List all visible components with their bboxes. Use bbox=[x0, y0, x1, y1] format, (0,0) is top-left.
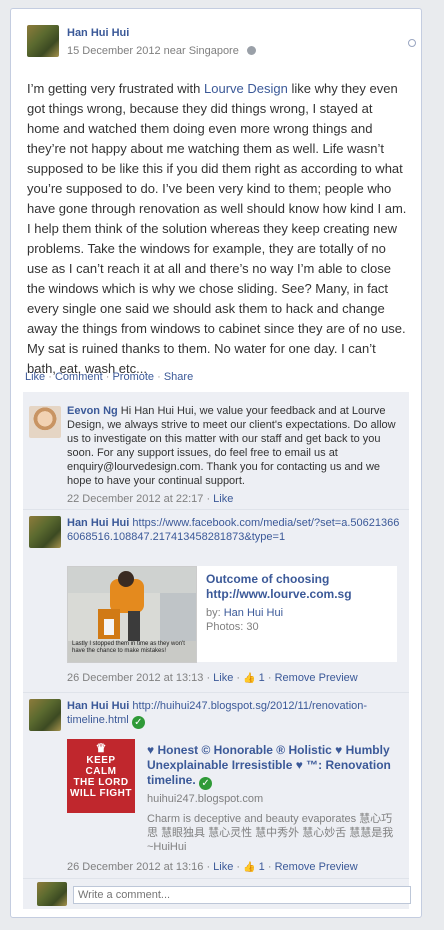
comment-footer: 22 December 2012 at 22:17 · Like bbox=[67, 492, 405, 506]
comment-like-link[interactable]: Like bbox=[213, 861, 233, 873]
comment-link[interactable]: Comment bbox=[55, 371, 103, 383]
preview-domain: huihui247.blogspot.com bbox=[147, 793, 264, 805]
like-link[interactable]: Like bbox=[25, 371, 45, 383]
comment-time[interactable]: 26 December 2012 at 13:13 bbox=[67, 672, 203, 684]
preview-description: Charm is deceptive and beauty evaporates… bbox=[147, 813, 394, 853]
footer-sep: · bbox=[267, 861, 272, 873]
thumbs-up-icon: 👍 bbox=[243, 862, 256, 873]
preview-by-author[interactable]: Han Hui Hui bbox=[224, 607, 283, 619]
post-actions: Like · Comment · Promote · Share bbox=[25, 371, 193, 383]
post-text-a: I’m getting very frustrated with bbox=[27, 81, 205, 96]
comment-body: Han Hui Hui https://www.facebook.com/med… bbox=[67, 516, 405, 544]
commenter-avatar[interactable] bbox=[29, 406, 61, 438]
footer-sep: · bbox=[206, 672, 211, 684]
poster-line: THE LORD bbox=[73, 777, 129, 788]
thumbs-up-icon: 👍 bbox=[243, 673, 256, 684]
comment-text: Hi Han Hui Hui, we value your feedback a… bbox=[67, 405, 396, 487]
post-text: I’m getting very frustrated with Lourve … bbox=[27, 79, 407, 379]
like-count[interactable]: 1 bbox=[259, 861, 265, 873]
footer-sep: · bbox=[206, 861, 211, 873]
post-header: Han Hui Hui 15 December 2012 near Singap… bbox=[67, 27, 256, 57]
poster-line: KEEP bbox=[86, 755, 116, 766]
preview-text: Outcome of choosing http://www.lourve.co… bbox=[206, 572, 396, 634]
keep-calm-poster[interactable]: ♛ KEEP CALM THE LORD WILL FIGHT bbox=[67, 739, 135, 813]
link-preview[interactable]: Lastly I stopped them in time as they wo… bbox=[67, 566, 397, 663]
poster-line: CALM bbox=[85, 766, 117, 777]
post-card: Han Hui Hui 15 December 2012 near Singap… bbox=[10, 8, 422, 918]
verified-check-icon: ✓ bbox=[131, 716, 145, 729]
comment-time[interactable]: 22 December 2012 at 22:17 bbox=[67, 493, 203, 505]
comment-author[interactable]: Eevon Ng bbox=[67, 405, 118, 417]
crown-icon: ♛ bbox=[95, 741, 107, 755]
commenter-avatar[interactable] bbox=[29, 699, 61, 731]
photo-caption: Lastly I stopped them in time as they wo… bbox=[72, 641, 185, 654]
comment-author[interactable]: Han Hui Hui bbox=[67, 517, 129, 529]
lourve-design-link[interactable]: Lourve Design bbox=[204, 81, 288, 96]
comment-like-link[interactable]: Like bbox=[213, 493, 233, 505]
comment-author[interactable]: Han Hui Hui bbox=[67, 700, 129, 712]
preview-title-text[interactable]: ♥ Honest © Honorable ® Holistic ♥ Humbly… bbox=[147, 743, 391, 787]
footer-sep: · bbox=[236, 672, 241, 684]
footer-sep: · bbox=[206, 493, 211, 505]
comment-body: Han Hui Hui http://huihui247.blogspot.sg… bbox=[67, 699, 405, 729]
promote-link[interactable]: Promote bbox=[112, 371, 154, 383]
footer-sep: · bbox=[236, 861, 241, 873]
preview-title[interactable]: Outcome of choosing http://www.lourve.co… bbox=[206, 572, 396, 602]
footer-sep: · bbox=[267, 672, 272, 684]
post-meta: 15 December 2012 near Singapore bbox=[67, 45, 256, 57]
comment-item: Han Hui Hui http://huihui247.blogspot.sg… bbox=[23, 693, 409, 879]
link-preview[interactable]: ♛ KEEP CALM THE LORD WILL FIGHT ♥ Honest… bbox=[67, 739, 397, 859]
composer-avatar bbox=[37, 882, 67, 906]
like-count[interactable]: 1 bbox=[259, 672, 265, 684]
preview-photos: Photos: 30 bbox=[206, 621, 259, 633]
timeline-dot bbox=[408, 39, 416, 47]
comment-divider bbox=[23, 878, 409, 879]
action-sep: · bbox=[157, 371, 161, 383]
preview-by-prefix: by: bbox=[206, 607, 224, 619]
preview-text: ♥ Honest © Honorable ® Holistic ♥ Humbly… bbox=[147, 743, 399, 854]
comment-time[interactable]: 26 December 2012 at 13:16 bbox=[67, 861, 203, 873]
action-sep: · bbox=[48, 371, 52, 383]
commenter-avatar[interactable] bbox=[29, 516, 61, 548]
action-sep: · bbox=[105, 371, 110, 383]
share-link[interactable]: Share bbox=[164, 371, 193, 383]
post-text-b: like why they even got things wrong, bec… bbox=[27, 81, 407, 376]
author-avatar[interactable] bbox=[27, 25, 59, 57]
remove-preview-link[interactable]: Remove Preview bbox=[275, 672, 358, 684]
preview-by: by: Han Hui Hui bbox=[206, 606, 396, 620]
poster-line: WILL FIGHT bbox=[69, 788, 133, 799]
comment-like-link[interactable]: Like bbox=[213, 672, 233, 684]
comment-item: Han Hui Hui https://www.facebook.com/med… bbox=[23, 510, 409, 690]
remove-preview-link[interactable]: Remove Preview bbox=[275, 861, 358, 873]
preview-photo[interactable]: Lastly I stopped them in time as they wo… bbox=[67, 566, 197, 663]
comment-footer: 26 December 2012 at 13:16 · Like · 👍 1 ·… bbox=[67, 861, 358, 873]
write-comment-input[interactable] bbox=[73, 886, 411, 904]
post-author[interactable]: Han Hui Hui bbox=[67, 27, 256, 39]
comment-item: Eevon Ng Hi Han Hui Hui, we value your f… bbox=[23, 398, 409, 508]
verified-check-icon: ✓ bbox=[199, 777, 213, 790]
globe-icon bbox=[246, 46, 256, 55]
comment-footer: 26 December 2012 at 13:13 · Like · 👍 1 ·… bbox=[67, 672, 358, 684]
post-date-location[interactable]: 15 December 2012 near Singapore bbox=[67, 45, 239, 57]
preview-title: ♥ Honest © Honorable ® Holistic ♥ Humbly… bbox=[147, 743, 399, 790]
comment-body: Eevon Ng Hi Han Hui Hui, we value your f… bbox=[67, 404, 405, 506]
comments-section: Eevon Ng Hi Han Hui Hui, we value your f… bbox=[23, 392, 411, 909]
